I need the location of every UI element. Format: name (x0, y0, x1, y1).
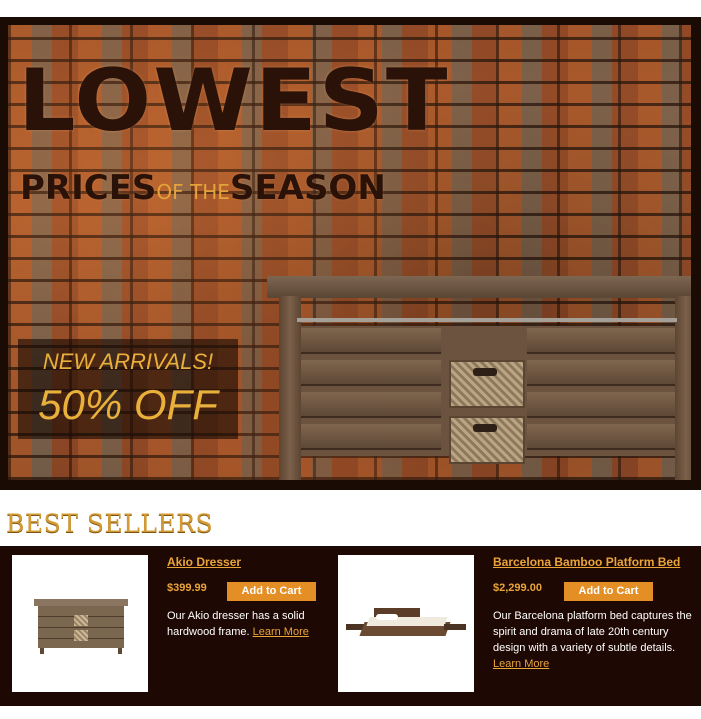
dresser-drawing (34, 599, 128, 654)
dresser-basket (74, 630, 88, 641)
dresser-slat (38, 627, 124, 628)
barcelona-bed-image[interactable] (338, 555, 474, 692)
console-leg (675, 296, 691, 480)
dresser-top (34, 599, 128, 606)
hero-banner[interactable]: LOWEST PRICESOF THESEASON NEW ARRIVALS! … (0, 17, 701, 490)
learn-more-link[interactable]: Learn More (253, 626, 309, 638)
console-slat (301, 328, 441, 354)
product-description-text: Our Barcelona platform bed captures the … (493, 610, 692, 654)
wicker-basket (449, 416, 525, 464)
dresser-basket (74, 615, 88, 626)
console-slat (301, 360, 441, 386)
wicker-basket (449, 360, 525, 408)
promo-new-arrivals: NEW ARRIVALS! (42, 349, 214, 374)
dresser-leg (118, 648, 122, 654)
subheadline-season: SEASON (229, 168, 386, 208)
subheadline-of-the: OF THE (156, 180, 230, 204)
add-to-cart-button[interactable]: Add to Cart (564, 582, 653, 601)
console-rail (297, 318, 677, 322)
product-description: Our Akio dresser has a solid hardwood fr… (167, 608, 325, 640)
subheadline-prices: PRICES (20, 168, 157, 208)
basket-handle (473, 368, 497, 376)
add-to-cart-button[interactable]: Add to Cart (227, 582, 316, 601)
product-description: Our Barcelona platform bed captures the … (493, 608, 693, 672)
akio-dresser-image[interactable] (12, 555, 148, 692)
product-price: $399.99 (167, 582, 207, 594)
console-slat (301, 424, 441, 450)
bed-drawing (346, 600, 468, 650)
console-top (267, 276, 691, 298)
best-sellers-title: BEST SELLERS (6, 509, 214, 538)
console-slat (527, 392, 675, 418)
console-table-image (267, 276, 691, 480)
dresser-leg (40, 648, 44, 654)
product-title-link[interactable]: Barcelona Bamboo Platform Bed (493, 555, 680, 569)
nightstand (444, 624, 466, 630)
hero-subheadline: PRICESOF THESEASON (20, 171, 386, 205)
basket-handle (473, 424, 497, 432)
product-price: $2,299.00 (493, 582, 542, 594)
product-title-link[interactable]: Akio Dresser (167, 555, 241, 569)
promo-box: NEW ARRIVALS! 50% OFF (18, 339, 238, 439)
console-body (301, 326, 675, 464)
best-sellers-panel: Akio Dresser $399.99 Add to Cart Our Aki… (0, 546, 701, 706)
console-slat (527, 424, 675, 450)
console-slat (301, 392, 441, 418)
learn-more-link[interactable]: Learn More (493, 658, 549, 670)
console-slat (527, 328, 675, 354)
console-slat (527, 360, 675, 386)
console-leg (279, 296, 301, 480)
promo-discount: 50% OFF (38, 381, 218, 428)
bed-pillow (376, 614, 398, 620)
hero-image: LOWEST PRICESOF THESEASON NEW ARRIVALS! … (8, 25, 691, 480)
hero-headline: LOWEST (18, 51, 450, 151)
